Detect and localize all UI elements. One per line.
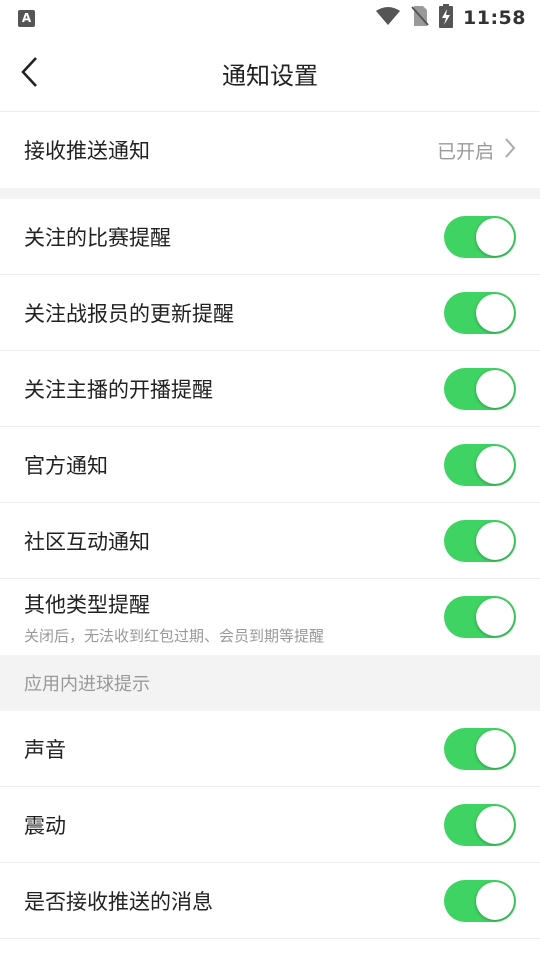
chevron-right-icon	[504, 137, 516, 164]
toggle-knob	[476, 294, 514, 332]
notification-label: 关注的比赛提醒	[24, 226, 171, 250]
notification-row: 官方通知	[0, 427, 540, 503]
notification-label: 其他类型提醒	[24, 592, 150, 617]
toggle-knob	[476, 370, 514, 408]
battery-charging-icon	[439, 4, 454, 32]
notification-label: 关注主播的开播提醒	[24, 378, 213, 402]
section-header: 应用内进球提示	[0, 655, 540, 711]
notification-row: 其他类型提醒 关闭后，无法收到红包过期、会员到期等提醒	[0, 579, 540, 655]
in-app-row: 是否接收推送的消息	[0, 863, 540, 939]
toggle-knob	[476, 598, 514, 636]
push-notification-label: 接收推送通知	[24, 139, 150, 163]
notification-row: 关注战报员的更新提醒	[0, 275, 540, 351]
notification-label: 关注战报员的更新提醒	[24, 302, 234, 326]
toggle-switch[interactable]	[444, 444, 516, 486]
toggle-knob	[476, 730, 514, 768]
toggle-switch[interactable]	[444, 728, 516, 770]
status-bar: A 11:58	[0, 0, 540, 36]
toggle-knob	[476, 882, 514, 920]
section-separator	[0, 188, 540, 199]
in-app-label: 震动	[24, 814, 66, 838]
push-status-value: 已开启	[436, 140, 494, 163]
notification-row: 社区互动通知	[0, 503, 540, 579]
notification-description: 关闭后，无法收到红包过期、会员到期等提醒	[24, 626, 325, 645]
toggle-switch[interactable]	[444, 292, 516, 334]
notification-row: 关注的比赛提醒	[0, 199, 540, 275]
toggle-knob	[476, 446, 514, 484]
section-title: 应用内进球提示	[24, 674, 150, 695]
in-app-row: 声音	[0, 711, 540, 787]
notification-label: 社区互动通知	[24, 530, 150, 554]
toggle-switch[interactable]	[444, 368, 516, 410]
toggle-switch[interactable]	[444, 216, 516, 258]
toggle-knob	[476, 218, 514, 256]
toggle-knob	[476, 806, 514, 844]
in-app-row: 震动	[0, 787, 540, 863]
chevron-left-icon	[20, 56, 40, 92]
nav-header: 通知设置	[0, 36, 540, 112]
notification-row: 关注主播的开播提醒	[0, 351, 540, 427]
push-notification-row[interactable]: 接收推送通知 已开启	[0, 112, 540, 188]
wifi-icon	[375, 6, 401, 30]
toggle-switch[interactable]	[444, 804, 516, 846]
toggle-knob	[476, 522, 514, 560]
in-app-label: 是否接收推送的消息	[24, 890, 213, 914]
no-sim-icon	[411, 5, 429, 31]
toggle-switch[interactable]	[444, 520, 516, 562]
back-button[interactable]	[10, 52, 50, 96]
clock: 11:58	[463, 7, 526, 29]
page-title: 通知设置	[222, 62, 318, 90]
app-notification-icon: A	[18, 9, 35, 27]
notification-label: 官方通知	[24, 454, 108, 478]
toggle-switch[interactable]	[444, 880, 516, 922]
toggle-switch[interactable]	[444, 596, 516, 638]
in-app-label: 声音	[24, 738, 66, 762]
